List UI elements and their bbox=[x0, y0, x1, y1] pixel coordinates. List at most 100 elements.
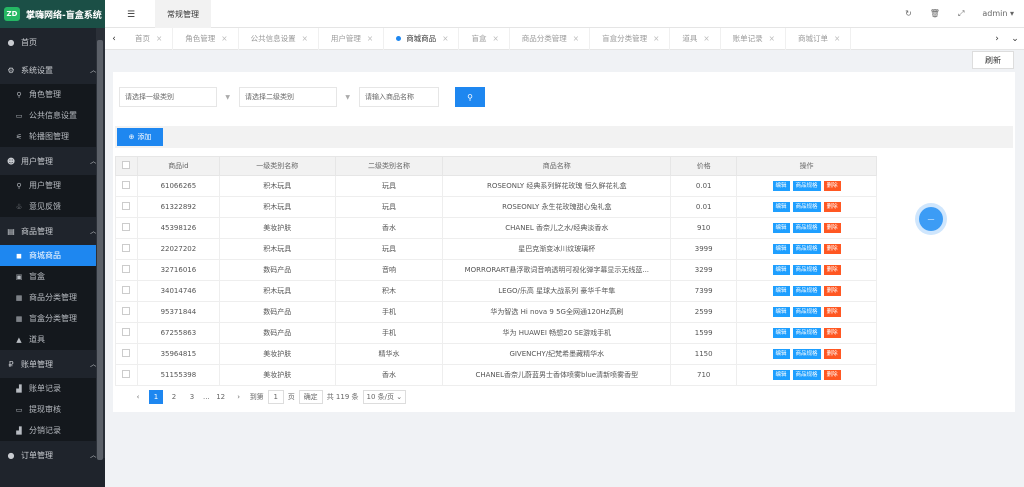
checkbox[interactable] bbox=[122, 265, 131, 273]
menu-dashboard[interactable]: ● 首页 bbox=[0, 28, 105, 56]
trash-icon[interactable]: 🗑 bbox=[930, 9, 940, 19]
row-checkbox-cell[interactable] bbox=[115, 343, 138, 365]
tab-item[interactable]: 盲盒分类管理 × bbox=[590, 27, 671, 50]
page-size-select[interactable]: 10 条/页 ⌄ bbox=[362, 390, 407, 404]
menu-products[interactable]: ▤ 商品管理 ︿ bbox=[0, 217, 105, 245]
tab-item[interactable]: 账单记录 × bbox=[721, 27, 786, 50]
sidebar-item-blindbox-category[interactable]: ▦ 盲盒分类管理 bbox=[0, 308, 105, 329]
search-button[interactable]: ⚲ bbox=[455, 87, 485, 107]
sidebar-item-product-category[interactable]: ▦ 商品分类管理 bbox=[0, 287, 105, 308]
close-icon[interactable]: × bbox=[834, 34, 840, 43]
goto-input[interactable]: 1 bbox=[267, 390, 284, 404]
tab-item[interactable]: 道具 × bbox=[670, 27, 721, 50]
sidebar-item-props[interactable]: ▲ 道具 bbox=[0, 329, 105, 350]
delete-button[interactable]: 删除 bbox=[823, 265, 841, 275]
checkbox[interactable] bbox=[122, 244, 131, 252]
edit-button[interactable]: 编辑 bbox=[772, 244, 790, 254]
checkbox[interactable] bbox=[122, 181, 131, 189]
tab-item[interactable]: 盲盒 × bbox=[459, 27, 510, 50]
delete-button[interactable]: 删除 bbox=[823, 244, 841, 254]
checkbox[interactable] bbox=[122, 223, 131, 231]
spec-button[interactable]: 商品规格 bbox=[792, 349, 821, 359]
page-last[interactable]: 12 bbox=[214, 390, 228, 404]
tab-item[interactable]: 首页 × bbox=[123, 27, 174, 50]
page-2[interactable]: 2 bbox=[167, 390, 181, 404]
tab-item[interactable]: 角色管理 × bbox=[173, 27, 239, 50]
spec-button[interactable]: 商品规格 bbox=[792, 223, 821, 233]
fullscreen-icon[interactable]: ⤢ bbox=[958, 9, 964, 19]
edit-button[interactable]: 编辑 bbox=[772, 202, 790, 212]
row-checkbox-cell[interactable] bbox=[115, 175, 138, 197]
edit-button[interactable]: 编辑 bbox=[772, 328, 790, 338]
tab-general[interactable]: 常规管理 bbox=[155, 0, 211, 28]
checkbox[interactable] bbox=[122, 286, 131, 294]
close-icon[interactable]: × bbox=[653, 34, 659, 43]
close-icon[interactable]: × bbox=[156, 34, 162, 43]
delete-button[interactable]: 删除 bbox=[823, 328, 841, 338]
page-3[interactable]: 3 bbox=[185, 390, 199, 404]
delete-button[interactable]: 删除 bbox=[823, 370, 841, 380]
spec-button[interactable]: 商品规格 bbox=[792, 370, 821, 380]
refresh-button[interactable]: 刷新 bbox=[972, 51, 1014, 69]
sidebar-item-public-info[interactable]: ▭ 公共信息设置 bbox=[0, 105, 105, 126]
spec-button[interactable]: 商品规格 bbox=[792, 181, 821, 191]
row-checkbox-cell[interactable] bbox=[115, 259, 138, 281]
edit-button[interactable]: 编辑 bbox=[772, 223, 790, 233]
sidebar-item-roles[interactable]: ⚲ 角色管理 bbox=[0, 84, 105, 105]
close-icon[interactable]: × bbox=[442, 34, 448, 43]
select-all-checkbox[interactable] bbox=[115, 156, 138, 176]
spec-button[interactable]: 商品规格 bbox=[792, 244, 821, 254]
checkbox[interactable] bbox=[122, 161, 131, 169]
tabs-prev-icon[interactable]: ‹ bbox=[105, 34, 123, 44]
delete-button[interactable]: 删除 bbox=[823, 202, 841, 212]
row-checkbox-cell[interactable] bbox=[115, 322, 138, 344]
sidebar-item-banners[interactable]: ⚟ 轮播图管理 bbox=[0, 126, 105, 147]
row-checkbox-cell[interactable] bbox=[115, 238, 138, 260]
sidebar-item-mall-products[interactable]: ◼ 商城商品 bbox=[0, 245, 105, 266]
spec-button[interactable]: 商品规格 bbox=[792, 307, 821, 317]
page-1[interactable]: 1 bbox=[149, 390, 163, 404]
close-icon[interactable]: × bbox=[492, 34, 498, 43]
spec-button[interactable]: 商品规格 bbox=[792, 202, 821, 212]
sidebar-item-user-manage[interactable]: ⚲ 用户管理 bbox=[0, 175, 105, 196]
edit-button[interactable]: 编辑 bbox=[772, 286, 790, 296]
checkbox[interactable] bbox=[122, 202, 131, 210]
row-checkbox-cell[interactable] bbox=[115, 280, 138, 302]
user-menu[interactable]: admin ▾ bbox=[982, 9, 1014, 19]
page-prev-icon[interactable]: ‹ bbox=[131, 390, 145, 404]
menu-system-settings[interactable]: ⚙ 系统设置 ︿ bbox=[0, 56, 105, 84]
sidebar-item-withdraw[interactable]: ▭ 提现审核 bbox=[0, 399, 105, 420]
tabs-next-icon[interactable]: › bbox=[988, 34, 1006, 44]
close-icon[interactable]: × bbox=[703, 34, 709, 43]
tabs-dropdown-icon[interactable]: ⌄ bbox=[1006, 34, 1024, 44]
close-icon[interactable]: × bbox=[573, 34, 579, 43]
delete-button[interactable]: 删除 bbox=[823, 286, 841, 296]
delete-button[interactable]: 删除 bbox=[823, 349, 841, 359]
close-icon[interactable]: × bbox=[367, 34, 373, 43]
edit-button[interactable]: 编辑 bbox=[772, 307, 790, 317]
add-button[interactable]: ⊕ 添加 bbox=[117, 128, 163, 146]
delete-button[interactable]: 删除 bbox=[823, 181, 841, 191]
close-icon[interactable]: × bbox=[769, 34, 775, 43]
row-checkbox-cell[interactable] bbox=[115, 196, 138, 218]
page-next-icon[interactable]: › bbox=[232, 390, 246, 404]
checkbox[interactable] bbox=[122, 307, 131, 315]
tab-item[interactable]: 用户管理 × bbox=[319, 27, 385, 50]
tab-item[interactable]: 商品分类管理 × bbox=[510, 27, 591, 50]
checkbox[interactable] bbox=[122, 370, 131, 378]
sidebar-scroll-thumb[interactable] bbox=[97, 40, 103, 460]
spec-button[interactable]: 商品规格 bbox=[792, 265, 821, 275]
checkbox[interactable] bbox=[122, 328, 131, 336]
close-icon[interactable]: × bbox=[221, 34, 227, 43]
menu-orders[interactable]: ● 订单管理 ︿ bbox=[0, 441, 105, 469]
edit-button[interactable]: 编辑 bbox=[772, 265, 790, 275]
tab-item[interactable]: 商城订单 × bbox=[786, 27, 852, 50]
category2-select[interactable]: 请选择二级类别 ▼ bbox=[239, 87, 350, 107]
sidebar-item-feedback[interactable]: ♧ 意见反馈 bbox=[0, 196, 105, 217]
menu-toggle-icon[interactable]: ☰ bbox=[127, 10, 135, 20]
sidebar-item-blindbox[interactable]: ▣ 盲盒 bbox=[0, 266, 105, 287]
menu-bills[interactable]: ₽ 账单管理 ︿ bbox=[0, 350, 105, 378]
close-icon[interactable]: × bbox=[302, 34, 308, 43]
tab-item[interactable]: 公共信息设置 × bbox=[239, 27, 319, 50]
row-checkbox-cell[interactable] bbox=[115, 364, 138, 386]
